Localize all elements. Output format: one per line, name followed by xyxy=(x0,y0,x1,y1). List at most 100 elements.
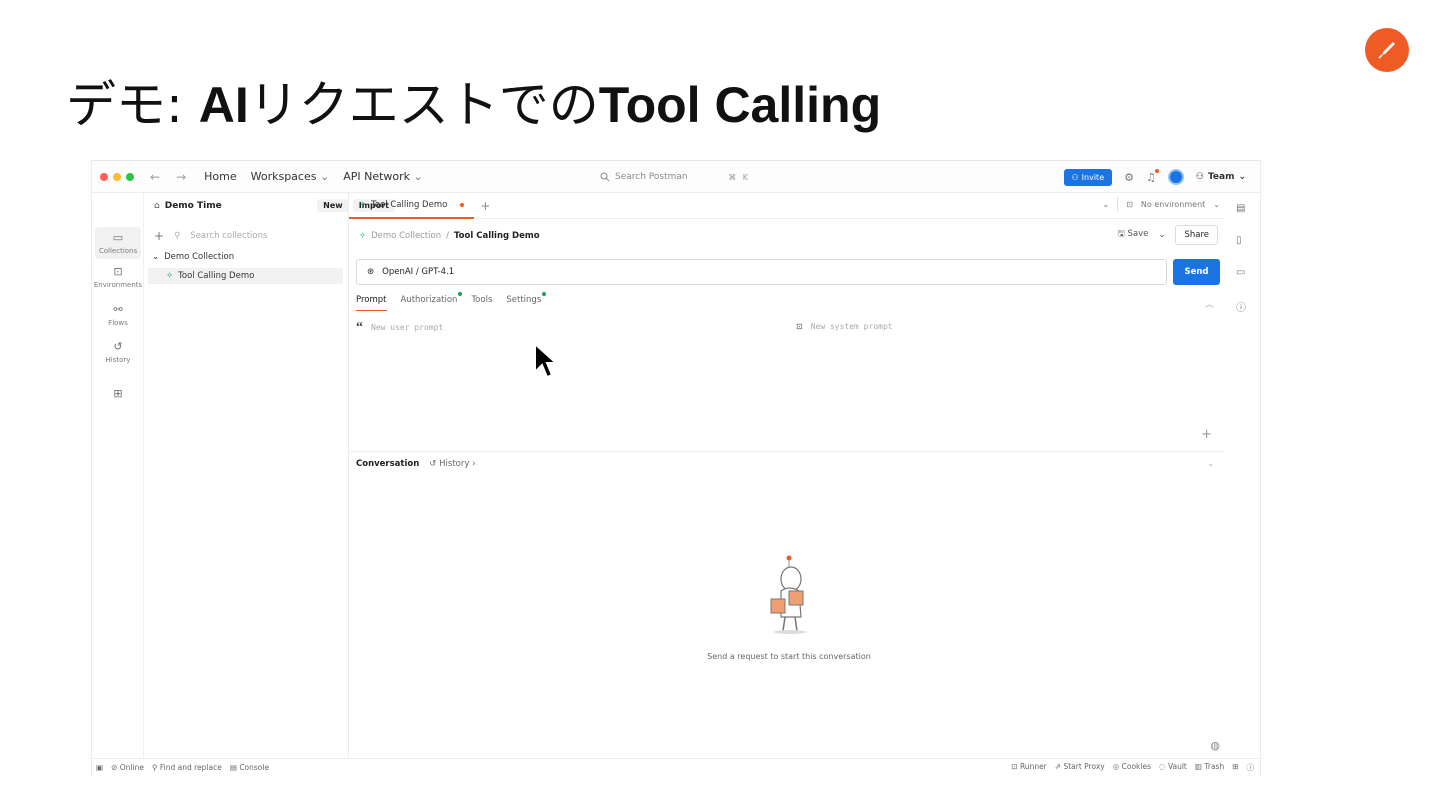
environments-label: Environments xyxy=(93,281,143,289)
apps-grid-icon: ⊞ xyxy=(113,387,123,400)
environments-icon: ⊡ xyxy=(113,265,123,278)
openai-icon: ⊛ xyxy=(367,267,375,277)
sidebar-item-collections[interactable]: ▭ Collections xyxy=(95,227,141,259)
info-icon[interactable]: ⓘ xyxy=(1236,299,1246,314)
collections-search-input[interactable]: Search collections xyxy=(190,231,267,241)
send-button[interactable]: Send xyxy=(1173,259,1220,285)
forward-arrow-icon[interactable]: → xyxy=(176,170,186,184)
user-prompt[interactable]: “ New user prompt xyxy=(356,319,443,335)
sidebar-item-history[interactable]: ↺ History xyxy=(92,340,144,364)
save-options-chevron-icon[interactable]: ⌄ xyxy=(1158,230,1165,240)
breadcrumb-parent[interactable]: Demo Collection xyxy=(371,231,441,241)
sidebar-item-environments[interactable]: ⊡ Environments xyxy=(92,265,144,289)
share-button[interactable]: Share xyxy=(1175,225,1218,245)
runner-button[interactable]: ⊡ Runner xyxy=(1011,762,1047,773)
environment-dropdown[interactable]: No environment xyxy=(1141,200,1205,209)
online-status[interactable]: ⊘ Online xyxy=(111,763,144,772)
start-proxy-button[interactable]: ⇗ Start Proxy xyxy=(1055,762,1105,773)
console-label: Console xyxy=(239,763,270,772)
trash-label: Trash xyxy=(1204,762,1225,771)
cookies-button[interactable]: ◎ Cookies xyxy=(1113,762,1151,773)
maximize-window-button[interactable] xyxy=(126,172,134,181)
save-share-actions: 🖫 Save ⌄ Share xyxy=(1118,225,1218,245)
save-button[interactable]: 🖫 Save xyxy=(1118,228,1149,242)
layout-icon[interactable]: ▤ xyxy=(1236,203,1245,214)
system-prompt[interactable]: ⊡ New system prompt xyxy=(796,322,893,331)
close-window-button[interactable] xyxy=(100,172,108,181)
find-replace-label: Find and replace xyxy=(159,763,222,772)
window-controls xyxy=(100,172,134,181)
collections-label: Collections xyxy=(98,247,138,255)
invite-button[interactable]: ⚇ Invite xyxy=(1063,168,1113,186)
tab-authorization[interactable]: Authorization xyxy=(401,292,463,311)
tabs-chevron-down-icon[interactable]: ⌄ xyxy=(1103,200,1110,209)
sidebar-item-flows[interactable]: ⚯ Flows xyxy=(92,303,144,327)
quote-icon: “ xyxy=(356,319,363,335)
tab-prompt[interactable]: Prompt xyxy=(356,295,387,311)
docs-icon[interactable]: ▯ xyxy=(1236,235,1242,246)
tab-settings[interactable]: Settings xyxy=(506,292,547,311)
workspace-name[interactable]: Demo Time xyxy=(165,201,222,211)
chevron-down-icon: ⌄ xyxy=(152,252,160,262)
request-editor: ✧ Demo Collection / Tool Calling Demo 🖫 … xyxy=(349,219,1224,758)
chevron-down-icon: ⌄ xyxy=(1238,172,1246,182)
title-middle: リクエストでの xyxy=(248,76,599,134)
system-prompt-input[interactable]: New system prompt xyxy=(811,322,893,331)
notification-bell-icon[interactable]: ♫ xyxy=(1146,168,1159,183)
find-replace-button[interactable]: ⚲ Find and replace xyxy=(152,763,222,772)
history-toggle[interactable]: ↺ History › xyxy=(429,459,475,469)
right-rail: ▤ ▯ ▭ ⓘ xyxy=(1224,193,1260,758)
tab-tools[interactable]: Tools xyxy=(471,295,492,311)
vault-button[interactable]: ◌ Vault xyxy=(1159,762,1187,773)
nav-api-network[interactable]: API Network xyxy=(343,170,423,183)
new-button[interactable]: New xyxy=(317,199,349,212)
globe-icon[interactable]: ◍ xyxy=(1210,739,1220,752)
nav-workspaces[interactable]: Workspaces xyxy=(251,170,330,183)
breadcrumb-separator: / xyxy=(446,231,450,241)
title-bold-tool-calling: Tool Calling xyxy=(598,77,882,133)
collection-name: Demo Collection xyxy=(164,252,235,262)
user-prompt-input[interactable]: New user prompt xyxy=(371,323,443,332)
comments-icon[interactable]: ▭ xyxy=(1236,267,1245,278)
slide-title: デモ: AIリクエストでのTool Calling xyxy=(66,72,881,138)
search-icon: ⚲ xyxy=(174,231,181,241)
ai-request-icon: ✧ xyxy=(166,271,174,281)
nav-home[interactable]: Home xyxy=(204,170,236,183)
add-collection-icon[interactable]: + xyxy=(154,229,164,243)
tab-settings-label: Settings xyxy=(506,295,542,305)
history-icon: ↺ xyxy=(113,340,123,353)
status-left: ▣ ⊘ Online ⚲ Find and replace ▤ Console xyxy=(96,763,269,772)
global-search[interactable]: Search Postman ⌘ K xyxy=(600,167,750,187)
toggle-sidebar-icon[interactable]: ▣ xyxy=(96,763,103,772)
cookies-label: Cookies xyxy=(1121,762,1152,771)
back-arrow-icon[interactable]: ← xyxy=(150,170,160,184)
postman-app-window: ← → Home Workspaces API Network Search P… xyxy=(91,160,1261,776)
chevron-down-icon[interactable]: ⌄ xyxy=(1207,459,1214,468)
new-tab-button[interactable]: + xyxy=(480,199,490,213)
chevron-down-icon: ⌄ xyxy=(1213,199,1220,209)
environment-icon: ⊡ xyxy=(1126,199,1133,209)
sidebar-item-configure[interactable]: ⊞ xyxy=(92,387,144,403)
top-bar: ← → Home Workspaces API Network Search P… xyxy=(92,161,1260,193)
trash-button[interactable]: ▥ Trash xyxy=(1195,762,1224,773)
top-right-actions: ⚇ Invite ⚙ ♫ ⚇ Team ⌄ xyxy=(1063,167,1246,187)
ai-request-icon: ✧ xyxy=(359,199,367,210)
chevron-up-icon[interactable]: ︿ xyxy=(1205,297,1214,310)
flows-label: Flows xyxy=(108,319,128,327)
history-label: History xyxy=(105,356,131,364)
save-icon: 🖫 xyxy=(1117,229,1128,239)
team-menu[interactable]: ⚇ Team ⌄ xyxy=(1196,172,1246,182)
collection-row[interactable]: ⌄ Demo Collection xyxy=(152,252,234,262)
layout-grid-icon[interactable]: ⊞ xyxy=(1232,762,1238,773)
minimize-window-button[interactable] xyxy=(113,172,121,181)
collections-search: + ⚲ Search collections xyxy=(154,229,267,243)
tab-tool-calling-demo[interactable]: ✧ Tool Calling Demo xyxy=(349,193,475,219)
user-avatar[interactable] xyxy=(1167,169,1184,185)
request-row[interactable]: ✧ Tool Calling Demo xyxy=(148,268,343,284)
console-button[interactable]: ▤ Console xyxy=(230,763,269,772)
add-message-icon[interactable]: + xyxy=(1201,427,1212,442)
help-icon[interactable]: ⓘ xyxy=(1247,762,1255,773)
empty-state: Send a request to start this conversatio… xyxy=(689,555,889,661)
model-selector[interactable]: ⊛ OpenAI / GPT-4.1 xyxy=(356,259,1167,285)
settings-gear-icon[interactable]: ⚙ xyxy=(1124,172,1134,183)
